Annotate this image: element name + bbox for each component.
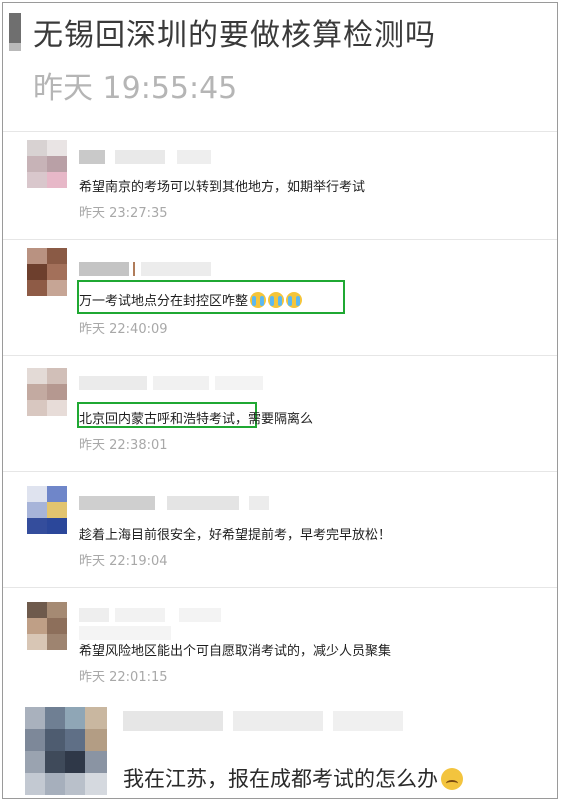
comment-item[interactable]: 北京回内蒙古呼和浩特考试，需要隔离么 昨天 22:38:01 xyxy=(3,355,557,471)
crying-face-icon xyxy=(268,292,285,308)
avatar[interactable] xyxy=(27,140,67,188)
comment-text: 北京回内蒙古呼和浩特考试，需要隔离么 xyxy=(79,408,313,427)
comment-text: 万一考试地点分在封控区咋整 xyxy=(79,290,303,309)
comment-time: 昨天 23:27:35 xyxy=(79,206,168,221)
post-time: 昨天 19:55:45 xyxy=(33,71,238,106)
crying-face-icon xyxy=(286,292,303,308)
comment-item[interactable]: 希望风险地区能出个可自愿取消考试的，减少人员聚集 昨天 22:01:15 xyxy=(3,587,557,703)
screenshot-frame: 无锡回深圳的要做核算检测吗 昨天 19:55:45 希望南京的考场可以转到其他地… xyxy=(2,2,558,799)
crying-face-icon xyxy=(250,292,267,308)
comment-time: 昨天 22:38:01 xyxy=(79,438,168,453)
comment-text: 趁着上海目前很安全，好希望提前考，早考完早放松！ xyxy=(79,528,392,543)
comment-text: 希望南京的考场可以转到其他地方，如期举行考试 xyxy=(79,180,366,195)
avatar[interactable] xyxy=(25,707,107,795)
comment-text-content: 万一考试地点分在封控区咋整 xyxy=(79,294,249,309)
comment-text-rest: ，需要隔离么 xyxy=(235,412,314,427)
comment-text: 希望风险地区能出个可自愿取消考试的，减少人员聚集 xyxy=(79,644,392,659)
comment-time: 昨天 22:19:04 xyxy=(79,554,168,569)
post-title: 无锡回深圳的要做核算检测吗 xyxy=(33,18,436,53)
comment-item[interactable]: 趁着上海目前很安全，好希望提前考，早考完早放松！ 昨天 22:19:04 xyxy=(3,471,557,587)
sad-face-icon xyxy=(441,768,463,790)
avatar[interactable] xyxy=(27,368,67,416)
avatar[interactable] xyxy=(27,602,67,650)
comment-text-highlighted: 北京回内蒙古呼和浩特考试 xyxy=(79,412,236,427)
scroll-indicator xyxy=(9,13,21,51)
comment-time: 昨天 22:40:09 xyxy=(79,322,168,337)
comment-item[interactable]: 希望南京的考场可以转到其他地方，如期举行考试 昨天 23:27:35 xyxy=(3,131,557,239)
avatar[interactable] xyxy=(27,248,67,296)
comment-time: 昨天 22:01:15 xyxy=(79,670,168,685)
avatar[interactable] xyxy=(27,486,67,534)
comment-text-content: 我在江苏，报在成都考试的怎么办 xyxy=(123,767,438,791)
comment-item[interactable]: 万一考试地点分在封控区咋整 昨天 22:40:09 xyxy=(3,239,557,355)
comment-text: 我在江苏，报在成都考试的怎么办 xyxy=(123,763,463,793)
